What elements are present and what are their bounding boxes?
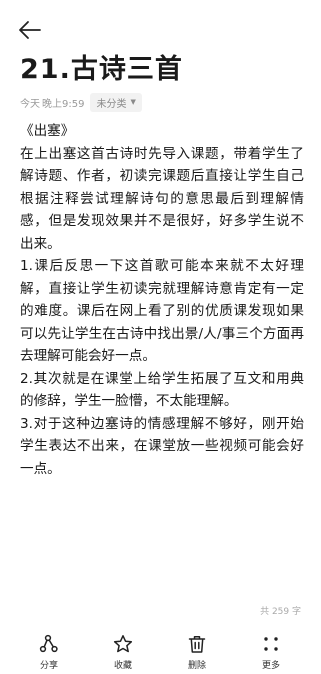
star-icon bbox=[113, 635, 133, 653]
back-arrow-icon[interactable] bbox=[18, 20, 42, 40]
note-paragraph: 《出塞》 bbox=[20, 123, 75, 139]
bottom-toolbar: 分享 收藏 删除 更多 bbox=[0, 634, 321, 674]
favorite-button[interactable]: 收藏 bbox=[97, 634, 149, 674]
share-button[interactable]: 分享 bbox=[23, 634, 75, 674]
note-title[interactable]: 21.古诗三首 bbox=[20, 52, 183, 88]
note-paragraph: 2.其次就是在课堂上给学生拓展了互文和用典的修辞，学生一脸懵，不太能理解。 bbox=[20, 370, 304, 410]
category-label: 未分类 bbox=[96, 98, 127, 110]
delete-label: 删除 bbox=[187, 661, 206, 671]
note-paragraph: 3.对于这种边塞诗的情感理解不够好，刚开始学生表达不出来，在课堂放一些视频可能会… bbox=[20, 415, 304, 477]
note-body[interactable]: 《出塞》 在上出塞这首古诗时先导入课题，带着学生了解诗题、作者，初读完课题后直接… bbox=[20, 120, 304, 480]
share-label: 分享 bbox=[39, 661, 58, 671]
note-meta: 今天 晚上9:59 未分类 ▼ bbox=[20, 92, 142, 112]
note-paragraph: 在上出塞这首古诗时先导入课题，带着学生了解诗题、作者，初读完课题后直接让学生自己… bbox=[20, 145, 304, 252]
note-paragraph: 1.课后反思一下这首歌可能本来就不太好理解，直接让学生初读完就理解诗意肯定有一定… bbox=[20, 258, 304, 364]
triangle-down-icon: ▼ bbox=[130, 98, 136, 106]
share-icon bbox=[39, 634, 58, 653]
category-dropdown[interactable]: 未分类 ▼ bbox=[90, 92, 142, 112]
more-button[interactable]: 更多 bbox=[245, 634, 297, 674]
more-label: 更多 bbox=[261, 661, 280, 671]
delete-button[interactable]: 删除 bbox=[171, 634, 223, 674]
trash-icon bbox=[188, 636, 206, 653]
more-icon bbox=[264, 637, 278, 651]
char-count: 共 259 字 bbox=[260, 607, 301, 617]
note-time: 晚上9:59 bbox=[42, 98, 85, 110]
favorite-label: 收藏 bbox=[113, 661, 132, 671]
note-date: 今天 bbox=[20, 98, 40, 110]
